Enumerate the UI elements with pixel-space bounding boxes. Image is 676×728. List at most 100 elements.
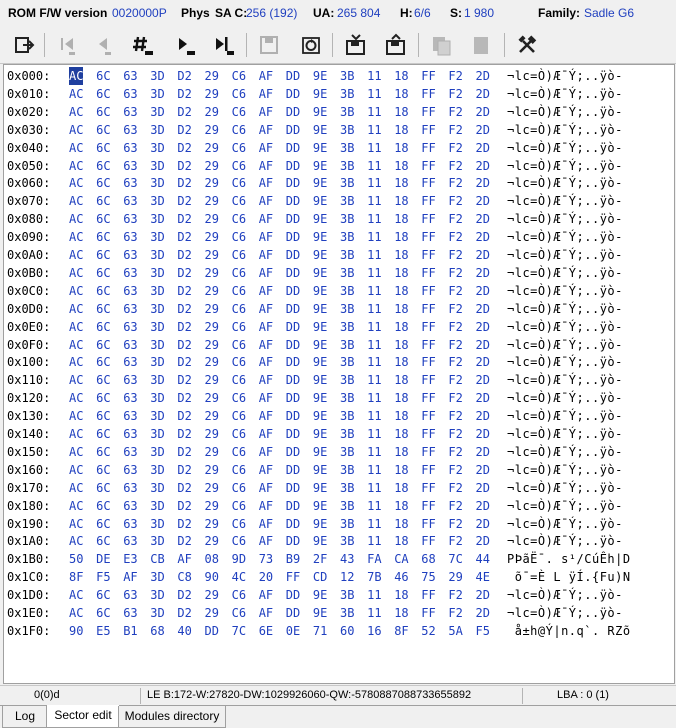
hex-byte[interactable]: C6: [232, 282, 246, 300]
hex-byte[interactable]: D2: [177, 157, 191, 175]
hex-byte[interactable]: 3B: [340, 157, 354, 175]
hex-byte[interactable]: 29: [205, 103, 219, 121]
hex-byte[interactable]: 9E: [313, 443, 327, 461]
hex-byte[interactable]: AF: [259, 103, 273, 121]
hex-byte[interactable]: C6: [232, 85, 246, 103]
hex-byte[interactable]: 29: [205, 497, 219, 515]
hex-byte[interactable]: 3B: [340, 121, 354, 139]
row-ascii[interactable]: ¬lc=Ò)Æ¯Ý;..ÿò-: [507, 532, 623, 550]
hex-byte[interactable]: 11: [367, 532, 381, 550]
hex-byte[interactable]: 9E: [313, 604, 327, 622]
hex-byte[interactable]: FF: [421, 336, 435, 354]
hex-byte[interactable]: FF: [421, 67, 435, 85]
hex-byte[interactable]: C6: [232, 586, 246, 604]
hex-byte[interactable]: 9E: [313, 425, 327, 443]
hex-byte[interactable]: 6C: [96, 210, 110, 228]
row-ascii[interactable]: ¬lc=Ò)Æ¯Ý;..ÿò-: [507, 336, 623, 354]
hex-byte[interactable]: 6C: [96, 282, 110, 300]
hex-byte[interactable]: DD: [286, 210, 300, 228]
hex-byte[interactable]: 2D: [476, 103, 490, 121]
hex-byte[interactable]: 29: [205, 389, 219, 407]
hex-byte[interactable]: 2D: [476, 67, 490, 85]
hex-byte[interactable]: 18: [394, 157, 408, 175]
hex-byte[interactable]: D2: [177, 336, 191, 354]
row-ascii[interactable]: ¬lc=Ò)Æ¯Ý;..ÿò-: [507, 389, 623, 407]
hex-byte[interactable]: DD: [286, 264, 300, 282]
hex-byte[interactable]: 29: [205, 318, 219, 336]
hex-byte[interactable]: 11: [367, 103, 381, 121]
hex-byte[interactable]: FF: [421, 443, 435, 461]
hex-byte[interactable]: D2: [177, 407, 191, 425]
hex-byte[interactable]: 3D: [150, 586, 164, 604]
hex-byte[interactable]: 63: [123, 264, 137, 282]
hex-byte[interactable]: 63: [123, 443, 137, 461]
hex-byte[interactable]: AC: [69, 85, 83, 103]
hex-byte[interactable]: 11: [367, 246, 381, 264]
hex-byte[interactable]: 18: [394, 300, 408, 318]
hex-byte[interactable]: 29: [205, 586, 219, 604]
hex-byte[interactable]: C6: [232, 497, 246, 515]
hex-byte[interactable]: AC: [69, 604, 83, 622]
hex-editor[interactable]: 0x000: AC 6C 63 3D D2 29 C6 AF DD 9E 3B 11 18 FF F2 2D ¬l…: [3, 64, 675, 684]
hex-byte[interactable]: AF: [259, 192, 273, 210]
hex-byte[interactable]: AF: [259, 443, 273, 461]
hex-byte[interactable]: 9E: [313, 515, 327, 533]
hex-byte[interactable]: 18: [394, 174, 408, 192]
row-ascii[interactable]: ¬lc=Ò)Æ¯Ý;..ÿò-: [507, 497, 623, 515]
hex-byte[interactable]: 16: [367, 622, 381, 640]
hex-byte[interactable]: 3B: [340, 532, 354, 550]
hex-byte[interactable]: 3D: [150, 532, 164, 550]
hex-byte[interactable]: C6: [232, 67, 246, 85]
row-ascii[interactable]: ¬lc=Ò)Æ¯Ý;..ÿò-: [507, 192, 623, 210]
hex-byte[interactable]: 11: [367, 389, 381, 407]
hex-byte[interactable]: 3B: [340, 389, 354, 407]
hex-byte[interactable]: 63: [123, 515, 137, 533]
hex-byte[interactable]: DD: [286, 85, 300, 103]
hex-byte[interactable]: 71: [313, 622, 327, 640]
hex-byte[interactable]: 73: [259, 550, 273, 568]
hex-byte[interactable]: D2: [177, 121, 191, 139]
hex-byte[interactable]: 18: [394, 425, 408, 443]
hex-byte[interactable]: 2D: [476, 479, 490, 497]
row-ascii[interactable]: ¬lc=Ò)Æ¯Ý;..ÿò-: [507, 407, 623, 425]
last-sector-button[interactable]: [208, 30, 238, 60]
hex-byte[interactable]: D2: [177, 192, 191, 210]
hex-byte[interactable]: D2: [177, 300, 191, 318]
hex-byte[interactable]: 9E: [313, 157, 327, 175]
copy-button[interactable]: [426, 30, 456, 60]
hex-byte[interactable]: FF: [421, 246, 435, 264]
hex-byte[interactable]: AC: [69, 121, 83, 139]
hex-byte[interactable]: AF: [259, 479, 273, 497]
hex-byte[interactable]: 18: [394, 407, 408, 425]
hex-byte[interactable]: 52: [421, 622, 435, 640]
hex-byte[interactable]: 11: [367, 586, 381, 604]
hex-byte[interactable]: 63: [123, 67, 137, 85]
hex-byte[interactable]: DD: [286, 515, 300, 533]
row-ascii[interactable]: ¬lc=Ò)Æ¯Ý;..ÿò-: [507, 246, 623, 264]
hex-byte[interactable]: 63: [123, 139, 137, 157]
row-ascii[interactable]: õ¯=È L ÿÍ.{Fu)N: [507, 568, 631, 586]
hex-byte[interactable]: AC: [69, 389, 83, 407]
hex-byte[interactable]: 18: [394, 515, 408, 533]
hex-byte[interactable]: FF: [421, 210, 435, 228]
goto-sector-button[interactable]: [128, 30, 158, 60]
hex-byte[interactable]: DD: [286, 532, 300, 550]
hex-byte[interactable]: DD: [286, 228, 300, 246]
hex-byte[interactable]: 2D: [476, 85, 490, 103]
hex-byte[interactable]: 63: [123, 300, 137, 318]
hex-byte[interactable]: FF: [421, 407, 435, 425]
hex-byte[interactable]: 11: [367, 353, 381, 371]
hex-byte[interactable]: B1: [123, 622, 137, 640]
hex-byte[interactable]: DD: [286, 604, 300, 622]
hex-byte[interactable]: 9E: [313, 371, 327, 389]
hex-byte[interactable]: D2: [177, 85, 191, 103]
hex-byte[interactable]: FF: [421, 228, 435, 246]
hex-byte[interactable]: 3D: [150, 497, 164, 515]
hex-byte[interactable]: D2: [177, 210, 191, 228]
hex-byte[interactable]: F2: [448, 425, 462, 443]
hex-byte[interactable]: AC: [69, 264, 83, 282]
hex-byte[interactable]: 11: [367, 139, 381, 157]
hex-byte[interactable]: DD: [286, 407, 300, 425]
hex-byte[interactable]: 6C: [96, 586, 110, 604]
hex-byte[interactable]: DD: [286, 586, 300, 604]
